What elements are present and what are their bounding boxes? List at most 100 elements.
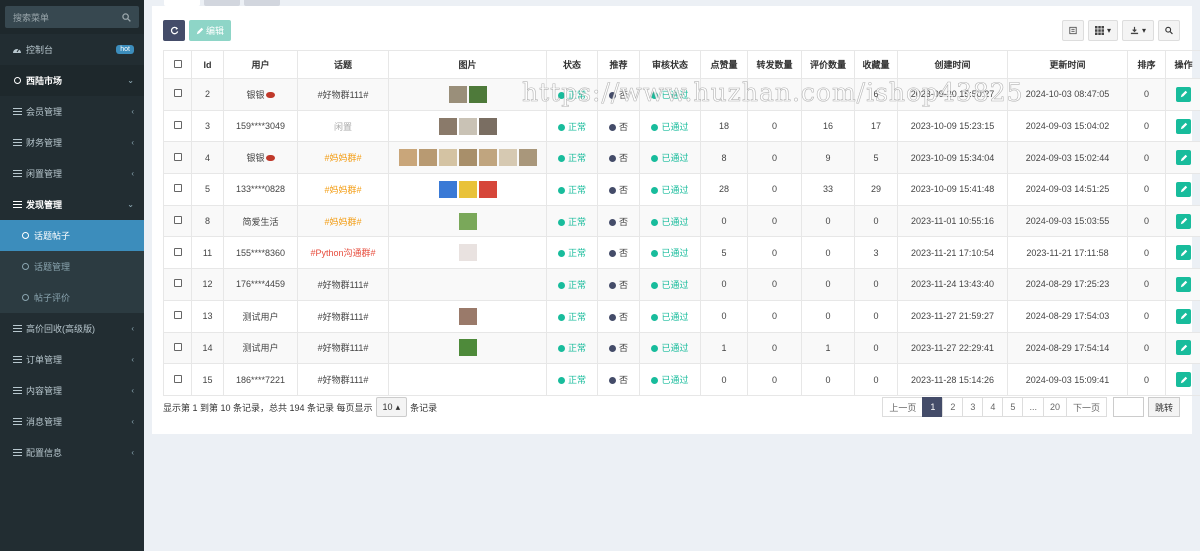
table-row[interactable]: 5 133****0828 #妈妈群# 正常 否 已通过 28 0 33 29 …: [163, 173, 1200, 206]
audit-text: 已通过: [661, 343, 689, 354]
page-button-5[interactable]: 5: [1002, 397, 1024, 417]
sidebar-item-content[interactable]: 内容管理 ‹: [0, 375, 144, 406]
list-icon: [12, 201, 22, 208]
sidebar-item-topic-posts[interactable]: 话题帖子: [0, 220, 144, 251]
row-checkbox[interactable]: [163, 236, 192, 270]
sidebar-item-idle[interactable]: 闲置管理 ‹: [0, 158, 144, 189]
post-image-thumbnail[interactable]: [498, 149, 517, 167]
row-edit-button[interactable]: [1176, 213, 1191, 229]
column-header[interactable]: 推荐: [597, 50, 640, 79]
column-header[interactable]: 状态: [546, 50, 598, 79]
row-edit-button[interactable]: [1176, 372, 1191, 388]
sidebar-item-dashboard[interactable]: 控制台 hot: [0, 34, 144, 65]
sidebar-item-finance[interactable]: 财务管理 ‹: [0, 127, 144, 158]
column-header[interactable]: 话题: [297, 50, 389, 79]
sidebar-item-orders[interactable]: 订单管理 ‹: [0, 344, 144, 375]
row-edit-button[interactable]: [1176, 245, 1191, 261]
post-image-thumbnail[interactable]: [448, 85, 467, 103]
sidebar-item-xilu-market[interactable]: 西陆市场 ⌄: [0, 65, 144, 96]
row-checkbox[interactable]: [163, 173, 192, 206]
post-image-thumbnail[interactable]: [398, 149, 417, 167]
post-image-thumbnail[interactable]: [478, 117, 497, 135]
table-row[interactable]: 13 测试用户 #好物群111# 正常 否 已通过 0 0 0 0 2023-1…: [163, 299, 1200, 333]
edit-button[interactable]: 编辑: [189, 20, 231, 41]
sidebar-item-config[interactable]: 配置信息 ‹: [0, 437, 144, 468]
column-header[interactable]: 点赞量: [700, 50, 748, 79]
search-button[interactable]: [1158, 20, 1180, 41]
row-edit-button[interactable]: [1176, 150, 1191, 166]
cell-recommend: 否: [597, 268, 640, 301]
row-edit-button[interactable]: [1176, 276, 1191, 292]
row-checkbox[interactable]: [163, 78, 192, 111]
column-header[interactable]: 收藏量: [854, 50, 898, 79]
page-button-4[interactable]: 4: [982, 397, 1004, 417]
sidebar-item-recycle[interactable]: 高价回收(高级版) ‹: [0, 313, 144, 344]
sidebar-search-input[interactable]: 搜索菜单: [5, 6, 139, 28]
toggle-view-button[interactable]: [1062, 20, 1084, 41]
column-header[interactable]: 创建时间: [897, 50, 1008, 79]
post-image-thumbnail[interactable]: [468, 85, 487, 103]
post-image-thumbnail[interactable]: [458, 212, 477, 230]
row-checkbox[interactable]: [163, 268, 192, 301]
page-button-3[interactable]: 3: [962, 397, 984, 417]
table-row[interactable]: 12 176****4459 #好物群111# 正常 否 已通过 0 0 0 0…: [163, 268, 1200, 301]
table-row[interactable]: 11 155****8360 #Python沟通群# 正常 否 已通过 5 0 …: [163, 236, 1200, 270]
post-image-thumbnail[interactable]: [418, 149, 437, 167]
refresh-button[interactable]: [163, 20, 185, 41]
page-button-1[interactable]: 1: [922, 397, 944, 417]
row-checkbox[interactable]: [163, 299, 192, 333]
jump-page-input[interactable]: [1112, 397, 1144, 417]
sidebar-item-post-reviews[interactable]: 帖子评价: [0, 282, 144, 313]
post-image-thumbnail[interactable]: [458, 149, 477, 167]
column-header[interactable]: 审核状态: [639, 50, 701, 79]
row-edit-button[interactable]: [1176, 340, 1191, 356]
column-header[interactable]: 转发数量: [747, 50, 802, 79]
sidebar-item-discover[interactable]: 发现管理 ⌄: [0, 189, 144, 220]
row-checkbox[interactable]: [163, 331, 192, 365]
post-image-thumbnail[interactable]: [438, 149, 457, 167]
post-image-thumbnail[interactable]: [458, 180, 477, 198]
row-checkbox[interactable]: [163, 109, 192, 143]
table-row[interactable]: 14 测试用户 #好物群111# 正常 否 已通过 1 0 1 0 2023-1…: [163, 331, 1200, 365]
column-header[interactable]: 评价数量: [801, 50, 855, 79]
table-row[interactable]: 4 银银 #妈妈群# 正常 否 已通过 8 0 9 5 2023-10-09 1…: [163, 141, 1200, 175]
row-checkbox[interactable]: [163, 141, 192, 175]
search-icon[interactable]: [121, 12, 131, 22]
select-all-checkbox[interactable]: [163, 50, 192, 79]
post-image-thumbnail[interactable]: [458, 244, 477, 262]
page-size-select[interactable]: 10 ▴: [375, 397, 408, 417]
post-image-thumbnail[interactable]: [458, 117, 477, 135]
row-edit-button[interactable]: [1176, 308, 1191, 324]
row-edit-button[interactable]: [1176, 118, 1191, 134]
sidebar-item-messages[interactable]: 消息管理 ‹: [0, 406, 144, 437]
row-checkbox[interactable]: [163, 204, 192, 238]
jump-button[interactable]: 跳转: [1147, 397, 1180, 417]
post-image-thumbnail[interactable]: [518, 149, 537, 167]
sidebar-item-members[interactable]: 会员管理 ‹: [0, 96, 144, 127]
page-button-2[interactable]: 2: [942, 397, 964, 417]
column-header[interactable]: 用户: [223, 50, 298, 79]
export-button[interactable]: ▾: [1122, 20, 1154, 41]
next-page-button[interactable]: 下一页: [1065, 397, 1107, 417]
table-row[interactable]: 2 银银 #好物群111# 正常 否 已通过 6 2023-09-20 15:5…: [163, 78, 1200, 111]
columns-button[interactable]: ▾: [1088, 20, 1118, 41]
page-button-20[interactable]: 20: [1042, 397, 1067, 417]
row-edit-button[interactable]: [1176, 86, 1191, 102]
column-header[interactable]: Id: [191, 50, 224, 79]
column-header[interactable]: 更新时间: [1007, 50, 1128, 79]
post-image-thumbnail[interactable]: [438, 117, 457, 135]
table-row[interactable]: 3 159****3049 闲置 正常 否 已通过 18 0 16 17 202…: [163, 109, 1200, 143]
post-image-thumbnail[interactable]: [478, 180, 497, 198]
prev-page-button[interactable]: 上一页: [882, 397, 924, 417]
row-edit-button[interactable]: [1176, 181, 1191, 197]
post-image-thumbnail[interactable]: [458, 307, 477, 325]
post-image-thumbnail[interactable]: [478, 149, 497, 167]
row-checkbox[interactable]: [163, 363, 192, 396]
table-row[interactable]: 15 186****7221 #好物群111# 正常 否 已通过 0 0 0 0…: [163, 363, 1200, 396]
sidebar-item-topic-manage[interactable]: 话题管理: [0, 251, 144, 282]
post-image-thumbnail[interactable]: [438, 180, 457, 198]
table-row[interactable]: 8 简爱生活 #妈妈群# 正常 否 已通过 0 0 0 0 2023-11-01…: [163, 204, 1200, 238]
column-header[interactable]: 排序: [1127, 50, 1166, 79]
post-image-thumbnail[interactable]: [458, 339, 477, 357]
column-header[interactable]: 图片: [388, 50, 547, 79]
